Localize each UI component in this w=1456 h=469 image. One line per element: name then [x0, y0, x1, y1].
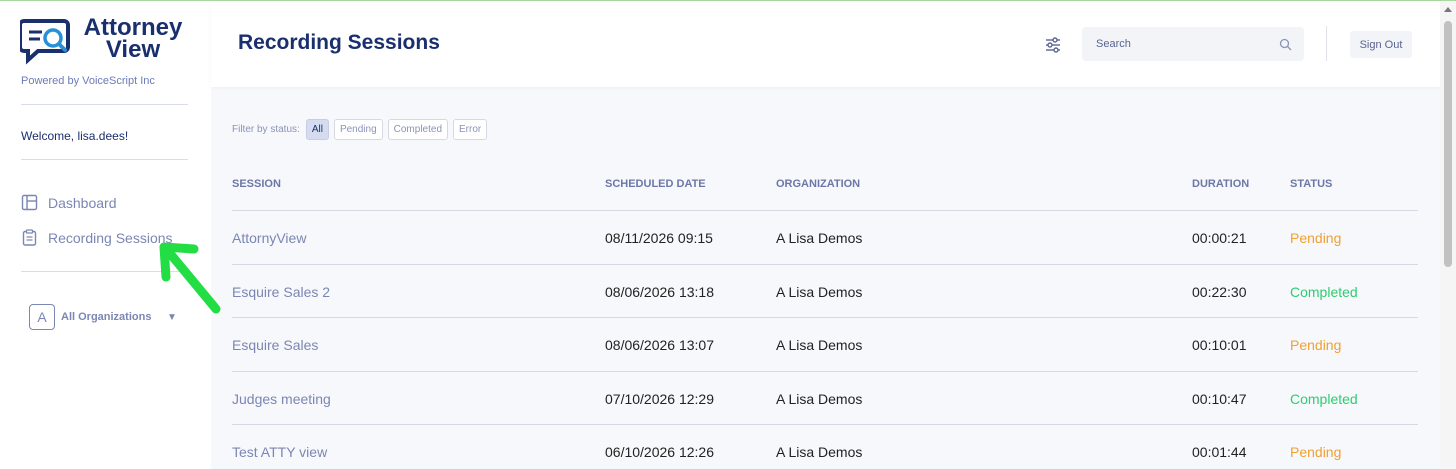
session-name-link[interactable]: AttornyView — [232, 230, 306, 246]
org-label: All Organizations — [61, 311, 152, 323]
dashboard-icon — [21, 194, 38, 211]
scroll-up-arrow-icon[interactable] — [1444, 7, 1452, 12]
main-content: Recording Sessions Sign Out Filter by st… — [211, 1, 1440, 469]
status-filter: Filter by status: All Pending Completed … — [232, 119, 488, 140]
page-title: Recording Sessions — [238, 31, 440, 54]
session-name-link[interactable]: Esquire Sales — [232, 337, 318, 353]
organization-cell: A Lisa Demos — [776, 230, 863, 246]
scheduled-date-cell: 06/10/2026 12:26 — [605, 444, 714, 460]
sidebar: Attorney View Powered by VoiceScript Inc… — [0, 1, 211, 469]
filter-chip-completed[interactable]: Completed — [387, 119, 448, 140]
table-row[interactable]: Esquire Sales 2 08/06/2026 13:18 A Lisa De… — [232, 265, 1418, 318]
filter-chip-pending[interactable]: Pending — [333, 119, 383, 140]
organization-cell: A Lisa Demos — [776, 283, 863, 300]
organization-cell: A Lisa Demos — [776, 337, 863, 353]
chat-search-logo-icon — [20, 19, 70, 65]
status-badge: Completed — [1290, 390, 1358, 407]
filter-chip-all[interactable]: All — [305, 119, 329, 140]
table-row[interactable]: AttornyView 08/11/2026 09:15 A Lisa Demos 0… — [232, 211, 1418, 265]
table-row[interactable]: Test ATTY view 06/10/2026 12:26 A Lisa Dem… — [232, 425, 1418, 469]
table-row[interactable]: Judges meeting 07/10/2026 12:29 A Lisa Dem… — [232, 372, 1418, 425]
status-badge: Pending — [1290, 337, 1342, 353]
sliders-icon[interactable] — [1043, 35, 1063, 55]
logo[interactable]: Attorney View — [20, 16, 200, 67]
search-box — [1082, 27, 1304, 61]
organization-cell: A Lisa Demos — [776, 390, 863, 407]
organization-selector[interactable]: A All Organizations ▼ — [29, 304, 177, 330]
filter-chip-error[interactable]: Error — [453, 119, 488, 140]
scheduled-date-cell: 08/06/2026 13:07 — [605, 337, 714, 353]
scheduled-date-cell: 07/10/2026 12:29 — [605, 390, 714, 407]
divider — [21, 159, 188, 160]
sessions-table: SESSION SCHEDULED DATE ORGANIZATION DURA… — [232, 165, 1418, 469]
duration-cell: 00:22:30 — [1192, 283, 1247, 300]
search-icon[interactable] — [1279, 38, 1292, 51]
annotation-arrow-icon — [159, 242, 221, 314]
sidebar-item-recording-sessions[interactable]: Recording Sessions — [21, 229, 173, 246]
duration-cell: 00:00:21 — [1192, 230, 1247, 246]
sidebar-item-label: Dashboard — [48, 194, 117, 211]
filter-label: Filter by status: — [232, 124, 300, 135]
status-badge: Completed — [1290, 283, 1358, 300]
divider — [21, 104, 188, 105]
powered-by-text: Powered by VoiceScript Inc — [21, 75, 155, 87]
search-input[interactable] — [1096, 38, 1279, 50]
sidebar-item-dashboard[interactable]: Dashboard — [21, 194, 117, 211]
header: Recording Sessions Sign Out — [211, 1, 1440, 87]
status-badge: Pending — [1290, 230, 1342, 246]
logo-line-2: View — [105, 36, 161, 63]
column-header-status[interactable]: STATUS — [1290, 178, 1332, 190]
duration-cell: 00:10:47 — [1192, 390, 1247, 407]
organization-cell: A Lisa Demos — [776, 444, 863, 460]
clipboard-icon — [22, 229, 37, 246]
column-header-organization[interactable]: ORGANIZATION — [776, 178, 860, 190]
scheduled-date-cell: 08/11/2026 09:15 — [605, 230, 713, 246]
session-name-link[interactable]: Esquire Sales 2 — [232, 284, 330, 300]
sign-out-button[interactable]: Sign Out — [1350, 31, 1412, 58]
session-name-link[interactable]: Judges meeting — [232, 391, 331, 407]
scroll-thumb[interactable] — [1444, 21, 1452, 267]
duration-cell: 00:01:44 — [1192, 444, 1247, 460]
duration-cell: 00:10:01 — [1192, 337, 1247, 353]
sidebar-item-label: Recording Sessions — [48, 229, 173, 246]
scheduled-date-cell: 08/06/2026 13:18 — [605, 283, 714, 300]
session-name-link[interactable]: Test ATTY view — [232, 444, 327, 460]
header-divider — [1326, 26, 1327, 61]
column-header-scheduled-date[interactable]: SCHEDULED DATE — [605, 178, 706, 190]
scrollbar[interactable] — [1440, 1, 1456, 469]
table-row[interactable]: Esquire Sales 08/06/2026 13:07 A Lisa Demo… — [232, 318, 1418, 372]
column-header-session[interactable]: SESSION — [232, 178, 281, 190]
status-badge: Pending — [1290, 444, 1342, 460]
welcome-text: Welcome, lisa.dees! — [21, 129, 129, 143]
org-avatar: A — [29, 304, 55, 330]
logo-wordmark: Attorney View — [73, 16, 193, 63]
table-header: SESSION SCHEDULED DATE ORGANIZATION DURA… — [232, 165, 1418, 211]
column-header-duration[interactable]: DURATION — [1192, 178, 1249, 190]
